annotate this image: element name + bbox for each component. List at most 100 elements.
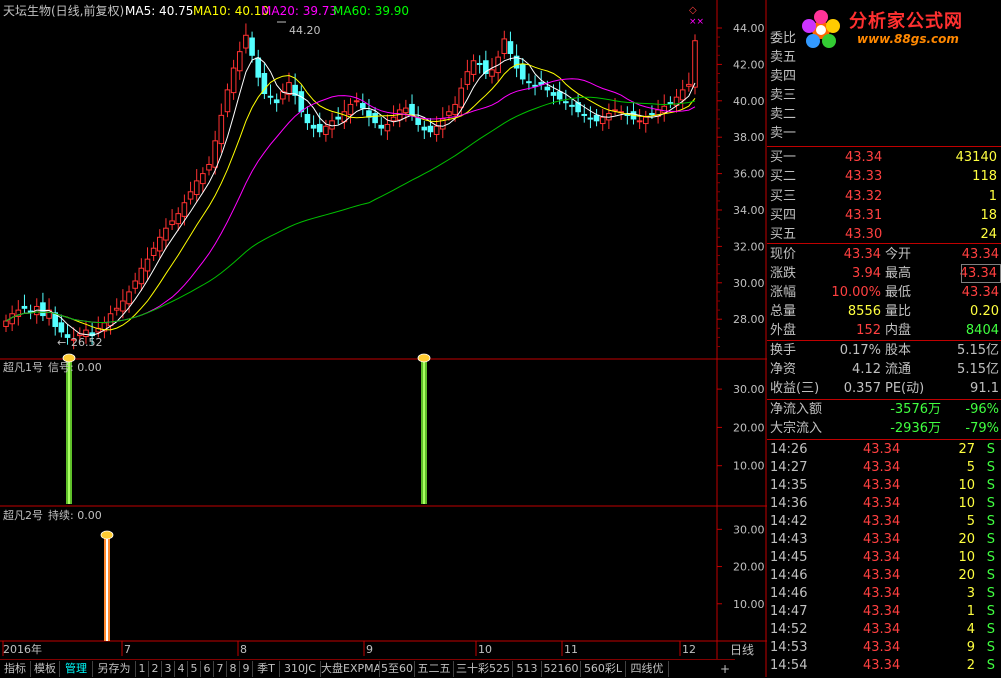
ma10-label: MA10: 40.10 [193, 4, 269, 18]
candle-body [298, 91, 305, 113]
chart-area[interactable]: 天坛生物(日线,前复权) MA5: 40.75 MA10: 40.10 MA20… [0, 0, 767, 677]
candle-body [255, 57, 262, 78]
tick-price: 43.34 [863, 658, 901, 673]
candle-body [501, 38, 508, 54]
stat-label: 总量 [770, 304, 797, 319]
candle-body [273, 99, 280, 104]
tab-3[interactable]: 另存为 [93, 661, 136, 677]
tab-17[interactable]: 五二五 [415, 661, 454, 677]
stat2-row: 净资 4.12 流通 5.15亿 [767, 361, 1001, 379]
flow-row: 净流入额 -3576万 -96% [767, 401, 1001, 419]
tab-10[interactable]: 7 [214, 661, 227, 677]
candle-body [329, 120, 335, 130]
stat-value: 91.1 [970, 381, 999, 396]
tick-volume: 1 [966, 604, 975, 619]
tick-time: 14:47 [770, 604, 808, 619]
buy-price: 43.32 [845, 188, 883, 204]
candle-body [323, 125, 329, 135]
price-tick-label: 36.00 [733, 168, 765, 181]
quote-panel: 委比 卖五 卖四 卖三 卖二 卖一 买一 43.34 43140 买二 43.33 118 买三 43… [767, 0, 1001, 677]
sell-row: 卖三 [767, 87, 1001, 105]
indicator2-title: 超凡2号 [3, 508, 43, 522]
date-axis-label: 2016年 [3, 642, 42, 656]
tick-time: 14:45 [770, 550, 808, 565]
candle-body [218, 114, 225, 145]
candle-body [372, 113, 378, 124]
stat-value: 43.34 [961, 285, 999, 300]
candle-body [642, 116, 649, 125]
candle-body [310, 124, 317, 129]
stat-label: 今开 [885, 247, 912, 262]
tab-7[interactable]: 4 [175, 661, 188, 677]
sell-row: 卖二 [767, 106, 1001, 124]
period-selector[interactable]: 日线 [718, 641, 766, 659]
tick-row: 14:42 43.34 5 S [767, 513, 1001, 531]
candle-body [212, 140, 218, 168]
tab-14[interactable]: 310JC [280, 661, 321, 677]
tab-21[interactable]: 560彩L [581, 661, 626, 677]
date-axis: 2016年 7 8 9 10 11 12 [2, 641, 696, 656]
buy-row: 买四 43.31 18 [767, 207, 1001, 225]
price-tick-label: 30.00 [733, 277, 765, 290]
tick-side: S [986, 604, 995, 619]
tab-13[interactable]: 季T [253, 661, 280, 677]
diamond-icon[interactable]: ◇ [689, 5, 697, 16]
add-tab-button[interactable]: + [717, 659, 733, 678]
close-marks-icon[interactable]: ×× [689, 17, 704, 27]
candle-body [452, 103, 458, 115]
tab-16[interactable]: 5至60 [380, 661, 415, 677]
tab-4[interactable]: 1 [136, 661, 149, 677]
tick-side: S [986, 550, 995, 565]
candle-body [156, 236, 163, 252]
candle-body [181, 202, 188, 217]
tab-19[interactable]: 513 [513, 661, 542, 677]
tick-price: 43.34 [863, 532, 901, 547]
stat-value: 0.20 [970, 304, 999, 319]
tab-8[interactable]: 5 [188, 661, 201, 677]
tick-side: S [986, 442, 995, 457]
tab-22[interactable]: 四线优 [626, 661, 669, 677]
tick-side: S [986, 460, 995, 475]
stat-row: 总量 8556 量比 0.20 [767, 303, 1001, 321]
candle-body [113, 307, 120, 311]
candle-body [144, 258, 151, 272]
stat-value: 0.357 [843, 381, 881, 396]
tab-6[interactable]: 3 [162, 661, 175, 677]
candle-body [556, 91, 563, 100]
sell-label: 卖一 [770, 126, 797, 141]
price-axis: 44.00 42.00 40.00 38.00 36.00 34.00 32.00 30.00… [717, 22, 765, 347]
tick-price: 43.34 [863, 640, 901, 655]
stat-label: 换手 [770, 343, 797, 358]
price-tick-label: 32.00 [733, 240, 765, 253]
tick-row: 14:47 43.34 1 S [767, 603, 1001, 621]
tab-20[interactable]: 52160 [542, 661, 581, 677]
candle-body [267, 95, 274, 98]
weibi-row: 委比 [767, 30, 1001, 48]
tick-price: 43.34 [863, 604, 901, 619]
stat-label: PE(动) [885, 381, 925, 396]
tab-2[interactable]: 管理 [60, 661, 93, 677]
tick-price: 43.34 [863, 622, 901, 637]
tab-11[interactable]: 8 [227, 661, 240, 677]
tab-1[interactable]: 模板 [31, 661, 60, 677]
tab-0[interactable]: 指标 [0, 661, 31, 677]
tab-15[interactable]: 大盘EXPMA [321, 661, 380, 677]
tab-12[interactable]: 9 [240, 661, 253, 677]
tick-row: 14:27 43.34 5 S [767, 459, 1001, 477]
tab-5[interactable]: 2 [149, 661, 162, 677]
tab-9[interactable]: 6 [201, 661, 214, 677]
stat-row: 涨幅 10.00% 最低 43.34 [767, 284, 1001, 302]
tick-side: S [986, 478, 995, 493]
tab-18[interactable]: 三十彩525 [454, 661, 513, 677]
candle-body [458, 87, 465, 108]
candle-body [507, 41, 514, 54]
ma5-label: MA5: 40.75 [125, 4, 193, 18]
candle-body [335, 116, 341, 120]
tick-time: 14:54 [770, 658, 808, 673]
tick-time: 14:35 [770, 478, 808, 493]
tick-time: 14:52 [770, 622, 808, 637]
stat-value: 0.17% [839, 343, 881, 358]
tick-row: 14:46 43.34 3 S [767, 585, 1001, 603]
tick-time: 14:53 [770, 640, 808, 655]
tick-row: 14:53 43.34 9 S [767, 639, 1001, 657]
